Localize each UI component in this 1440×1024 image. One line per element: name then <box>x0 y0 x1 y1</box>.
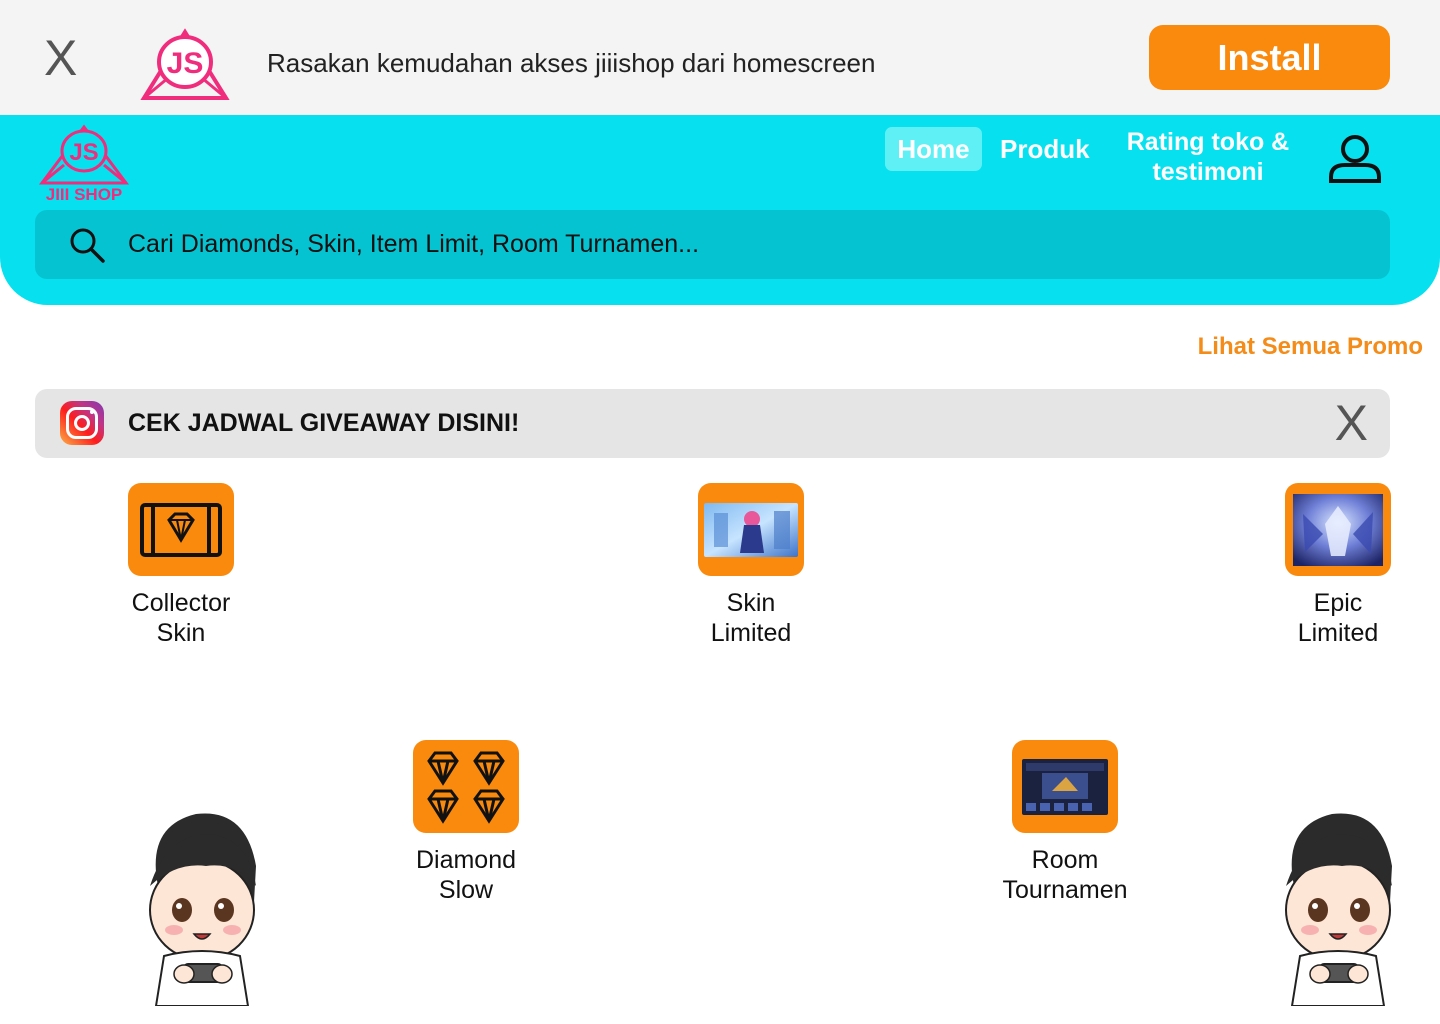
tournament-thumbnail <box>1022 758 1108 815</box>
see-all-promo-link[interactable]: Lihat Semua Promo <box>1198 333 1423 361</box>
skin-thumbnail <box>704 502 798 557</box>
category-label: Diamond Slow <box>415 846 517 904</box>
nav-home[interactable]: Home <box>885 127 982 171</box>
giveaway-close-button[interactable]: X <box>1335 395 1368 451</box>
install-button[interactable]: Install <box>1149 25 1390 90</box>
category-skin-limited[interactable]: Skin Limited <box>671 483 831 648</box>
giveaway-banner[interactable]: CEK JADWAL GIVEAWAY DISINI! X <box>35 389 1390 458</box>
category-label: Room Tournamen <box>1002 846 1128 904</box>
install-banner-close-button[interactable]: X <box>44 28 77 88</box>
svg-text:JIII SHOP: JIII SHOP <box>46 185 123 203</box>
site-header: JS JIII SHOP Home Produk Rating toko & t… <box>0 115 1440 305</box>
svg-text:JS: JS <box>69 139 98 166</box>
epic-thumbnail <box>1293 493 1383 566</box>
mascot-right-illustration <box>1285 813 1392 1006</box>
search-input[interactable]: Cari Diamonds, Skin, Item Limit, Room Tu… <box>128 210 1328 279</box>
category-collector-skin[interactable]: Collector Skin <box>101 483 261 648</box>
four-diamonds-icon <box>427 751 505 824</box>
mascot-left-illustration <box>149 813 256 1006</box>
svg-text:JS: JS <box>167 47 204 80</box>
category-label: Skin Limited <box>710 589 792 647</box>
user-account-icon[interactable] <box>1325 133 1385 185</box>
instagram-icon <box>60 401 104 445</box>
category-label: Collector Skin <box>131 589 231 647</box>
search-bar[interactable]: Cari Diamonds, Skin, Item Limit, Room Tu… <box>35 210 1390 279</box>
category-epic-limited[interactable]: Epic Limited <box>1258 483 1418 648</box>
install-banner-message: Rasakan kemudahan akses jiiishop dari ho… <box>267 48 876 78</box>
category-label: Epic Limited <box>1297 589 1379 647</box>
nav-rating-testimoni[interactable]: Rating toko & testimoni <box>1118 127 1298 187</box>
category-diamond-slow[interactable]: Diamond Slow <box>386 740 546 905</box>
nav-produk[interactable]: Produk <box>1000 127 1090 171</box>
diamond-card-icon <box>140 502 222 557</box>
jiiishop-logo: JS <box>140 28 230 100</box>
search-icon <box>70 228 105 263</box>
install-banner: X JS Rasakan kemudahan akses jiiishop da… <box>0 0 1440 115</box>
jiii-shop-logo[interactable]: JS JIII SHOP <box>34 123 134 203</box>
giveaway-text: CEK JADWAL GIVEAWAY DISINI! <box>128 409 520 437</box>
category-room-tournamen[interactable]: Room Tournamen <box>985 740 1145 905</box>
